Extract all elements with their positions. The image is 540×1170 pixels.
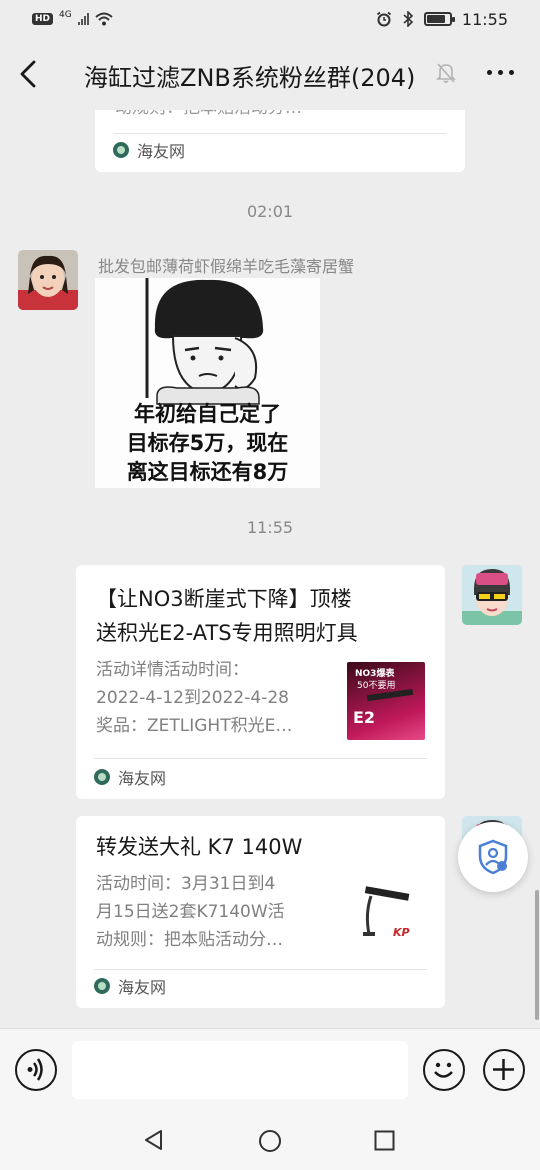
card-description-line-2: 月15日送2套K7140W活 — [96, 902, 285, 922]
voice-waves-icon — [27, 1058, 43, 1081]
emoji-icon[interactable] — [423, 1049, 465, 1091]
plus-sign-icon — [493, 1059, 514, 1080]
chevron-left-icon[interactable] — [18, 60, 42, 88]
source-logo-icon — [113, 142, 129, 158]
sticker-line-3: 离这目标还有8万 — [126, 460, 289, 484]
card-description-line-2: 2022-4-12到2022-4-28 — [96, 688, 289, 708]
network-type: 4G — [59, 9, 72, 20]
smiley-face-icon — [434, 1062, 453, 1078]
battery-icon — [423, 12, 455, 26]
card-source: 海友网 — [113, 138, 185, 162]
source-name: 海友网 — [137, 142, 186, 161]
card-description-line-1: 活动时间：3月31日到4 — [96, 874, 276, 894]
source-logo-icon — [94, 769, 110, 785]
card-thumbnail: NO3爆表 50不要用 E2 — [347, 662, 425, 740]
source-name: 海友网 — [118, 769, 167, 788]
card-title: 转发送大礼 K7 140W — [96, 835, 303, 859]
status-bar: HD 4G 11:55 — [0, 0, 540, 38]
source-name: 海友网 — [118, 978, 167, 997]
card-divider — [94, 758, 427, 759]
card-thumbnail: KP — [347, 874, 425, 952]
hd-indicator: HD — [32, 13, 54, 25]
sticker-image[interactable]: 年初给自己定了 目标存5万，现在 离这目标还有8万 — [95, 278, 320, 488]
bluetooth-icon — [403, 11, 414, 27]
card-title-line-1: 【让NO3断崖式下降】顶楼 — [96, 587, 352, 611]
avatar-image — [18, 250, 78, 310]
link-card[interactable]: 【让NO3断崖式下降】顶楼 送积光E2-ATS专用照明灯具 活动详情活动时间： … — [76, 565, 445, 799]
floating-shield-button[interactable] — [458, 822, 528, 892]
clock: 11:55 — [461, 9, 508, 29]
source-logo-icon — [94, 978, 110, 994]
sticker-line-1: 年初给自己定了 — [134, 402, 281, 426]
avatar[interactable] — [18, 250, 78, 310]
card-description: 动规则：把本贴活动分… — [115, 110, 302, 122]
card-title-line-2: 送积光E2-ATS专用照明灯具 — [96, 621, 358, 645]
scrollbar[interactable] — [535, 890, 539, 1020]
chat-title: 海缸过滤ZNB系统粉丝群(204) — [84, 64, 416, 92]
input-bar — [0, 1028, 540, 1110]
square-recents-icon[interactable] — [374, 1130, 395, 1151]
signal-icon — [77, 13, 89, 25]
thumb-logo: KP — [393, 926, 410, 939]
triangle-back-icon[interactable] — [143, 1129, 165, 1151]
message-list[interactable]: 动规则：把本贴活动分… 海友网 02:01 批发包邮薄荷虾假绵羊吃毛藻寄居蟹 — [0, 110, 540, 1028]
link-card[interactable]: 转发送大礼 K7 140W 活动时间：3月31日到4 月15日送2套K7140W… — [76, 816, 445, 1008]
alarm-icon — [376, 11, 391, 27]
shield-person-icon — [478, 839, 508, 875]
card-divider — [94, 969, 427, 970]
chat-header: 海缸过滤ZNB系统粉丝群(204) — [0, 38, 540, 110]
card-source: 海友网 — [94, 765, 166, 789]
more-dots-icon[interactable] — [487, 70, 514, 75]
message-input[interactable] — [72, 1041, 408, 1099]
thumb-line-2: 50不要用 — [357, 681, 396, 691]
bell-off-icon — [436, 63, 456, 83]
sender-name: 批发包邮薄荷虾假绵羊吃毛藻寄居蟹 — [98, 257, 355, 276]
voice-icon[interactable] — [15, 1049, 57, 1091]
avatar[interactable] — [462, 565, 522, 625]
plus-icon[interactable] — [483, 1049, 525, 1091]
timestamp: 11:55 — [246, 518, 294, 537]
lamp-product-icon — [363, 886, 410, 936]
circle-home-icon[interactable] — [258, 1129, 282, 1153]
wifi-icon — [95, 12, 113, 26]
sticker-line-2: 目标存5万，现在 — [126, 431, 289, 455]
sticker-caption: 年初给自己定了 目标存5万，现在 离这目标还有8万 — [95, 400, 320, 487]
system-nav-bar — [0, 1110, 540, 1170]
card-description-line-3: 动规则：把本贴活动分… — [96, 930, 283, 950]
avatar-image — [462, 565, 522, 625]
card-divider — [113, 133, 447, 134]
card-source: 海友网 — [94, 974, 166, 998]
thumb-line-3: E2 — [353, 708, 376, 727]
card-description-line-1: 活动详情活动时间： — [96, 660, 249, 680]
card-description-line-3: 奖品：ZETLIGHT积光E… — [96, 716, 293, 736]
link-card-previous[interactable]: 动规则：把本贴活动分… 海友网 — [95, 110, 465, 172]
timestamp: 02:01 — [246, 202, 294, 221]
